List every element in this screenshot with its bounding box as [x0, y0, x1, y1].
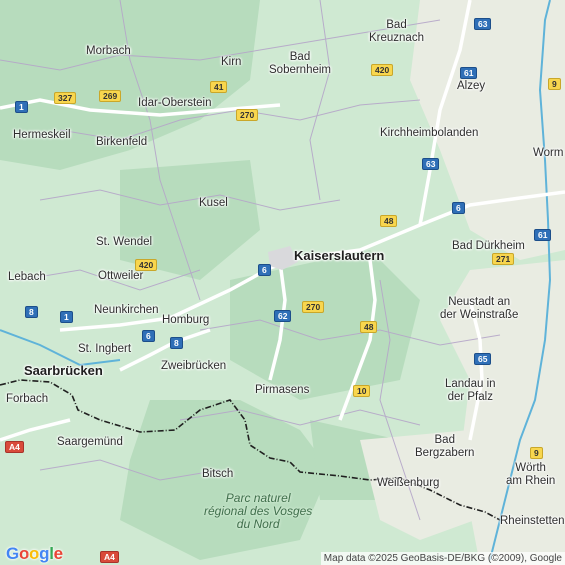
road-shield-b271: 271 — [492, 253, 515, 265]
label-kusel[interactable]: Kusel — [199, 197, 228, 210]
road-shield-b48: 48 — [380, 215, 398, 227]
label-line: der Pfalz — [447, 391, 493, 403]
logo-letter: G — [6, 544, 19, 563]
label-homburg[interactable]: Homburg — [162, 314, 209, 327]
road-shield-a61-south: 61 — [534, 229, 552, 241]
label-line: Bad — [434, 434, 455, 446]
label-line: Wörth — [515, 462, 546, 474]
label-line: régional des Vosges — [204, 504, 313, 518]
road-shield-a61: 61 — [460, 67, 478, 79]
road-shield-b41: 41 — [210, 81, 228, 93]
road-shield-a6: 6 — [258, 264, 271, 276]
label-kirn[interactable]: Kirn — [221, 56, 241, 69]
road-shield-b9: 9 — [548, 78, 561, 90]
label-line: am Rhein — [506, 475, 556, 487]
label-zweibrucken[interactable]: Zweibrücken — [161, 360, 226, 373]
label-bad-bergzabern[interactable]: Bad Bergzabern — [415, 434, 474, 460]
road-shield-a8-east: 8 — [170, 337, 183, 349]
road-shield-a8: 8 — [25, 306, 38, 318]
label-forbach[interactable]: Forbach — [6, 393, 48, 406]
road-shield-b269: 269 — [99, 90, 122, 102]
label-st-ingbert[interactable]: St. Ingbert — [78, 343, 131, 356]
road-shield-b48-south: 48 — [360, 321, 378, 333]
label-worms[interactable]: Worm — [533, 147, 563, 160]
road-shield-b10: 10 — [353, 385, 371, 397]
label-line: du Nord — [236, 517, 280, 531]
label-line: Parc naturel — [225, 491, 291, 505]
logo-letter: o — [18, 544, 30, 563]
label-st-wendel[interactable]: St. Wendel — [96, 236, 152, 249]
road-shield-b9-south: 9 — [530, 447, 543, 459]
label-park-vosges-du-nord[interactable]: Parc naturel régional des Vosges du Nord — [204, 492, 312, 531]
label-worth[interactable]: Wörth am Rhein — [506, 462, 555, 488]
label-landau[interactable]: Landau in der Pfalz — [445, 378, 496, 404]
logo-letter: g — [39, 544, 50, 563]
road-shield-b420: 420 — [371, 64, 394, 76]
label-line: der Weinstraße — [440, 309, 519, 321]
logo-letter: e — [53, 544, 63, 563]
road-shield-b270: 270 — [236, 109, 259, 121]
label-kirchheimbolanden[interactable]: Kirchheimbolanden — [380, 127, 478, 140]
label-saarbrucken[interactable]: Saarbrücken — [24, 364, 103, 377]
map-view[interactable]: Bad Kreuznach Morbach Kirn Bad Sobernheim … — [0, 0, 565, 565]
road-shield-a63: 63 — [474, 18, 492, 30]
label-weissenburg[interactable]: Weißenburg — [377, 477, 439, 490]
map-attribution[interactable]: Map data ©2025 GeoBasis-DE/BKG (©2009), … — [320, 552, 565, 565]
logo-letter: o — [29, 544, 40, 563]
google-logo[interactable]: Google — [6, 544, 63, 564]
label-line: Sobernheim — [269, 64, 332, 76]
label-pirmasens[interactable]: Pirmasens — [255, 384, 309, 397]
label-line: Landau in — [445, 378, 496, 390]
label-birkenfeld[interactable]: Birkenfeld — [96, 136, 147, 149]
label-line: Bergzabern — [415, 447, 475, 459]
label-kaiserslautern[interactable]: Kaiserslautern — [294, 249, 384, 262]
label-bad-kreuznach[interactable]: Bad Kreuznach — [369, 19, 424, 45]
label-rheinstetten[interactable]: Rheinstetten — [500, 515, 565, 528]
road-shield-a65: 65 — [474, 353, 492, 365]
road-shield-b420-west: 420 — [135, 259, 158, 271]
road-shield-a63-south: 63 — [422, 158, 440, 170]
label-line: Neustadt an — [448, 296, 511, 308]
road-shield-a6-east: 6 — [452, 202, 465, 214]
road-shield-a4-south: A4 — [100, 551, 119, 563]
label-neustadt[interactable]: Neustadt an der Weinstraße — [440, 296, 518, 322]
label-bad-durkheim[interactable]: Bad Dürkheim — [452, 240, 525, 253]
label-bad-sobernheim[interactable]: Bad Sobernheim — [269, 51, 331, 77]
road-shield-b327: 327 — [54, 92, 77, 104]
road-shield-a6-west: 6 — [142, 330, 155, 342]
label-neunkirchen[interactable]: Neunkirchen — [94, 304, 159, 317]
label-alzey[interactable]: Alzey — [457, 80, 485, 93]
label-line: Bad — [289, 51, 311, 63]
road-shield-b270-south: 270 — [302, 301, 325, 313]
label-bitsch[interactable]: Bitsch — [202, 468, 233, 481]
road-shield-a62: 62 — [274, 310, 292, 322]
label-lebach[interactable]: Lebach — [8, 271, 46, 284]
label-idar-oberstein[interactable]: Idar-Oberstein — [138, 97, 212, 110]
label-line: Kreuznach — [369, 32, 424, 44]
road-shield-a1-south: 1 — [60, 311, 73, 323]
road-shield-a1: 1 — [15, 101, 28, 113]
label-morbach[interactable]: Morbach — [86, 45, 131, 58]
road-shield-a4-west: A4 — [5, 441, 24, 453]
label-hermeskeil[interactable]: Hermeskeil — [13, 129, 71, 142]
label-sarreguemines[interactable]: Saargemünd — [57, 436, 123, 449]
label-line: Bad — [386, 19, 407, 31]
label-ottweiler[interactable]: Ottweiler — [98, 270, 143, 283]
